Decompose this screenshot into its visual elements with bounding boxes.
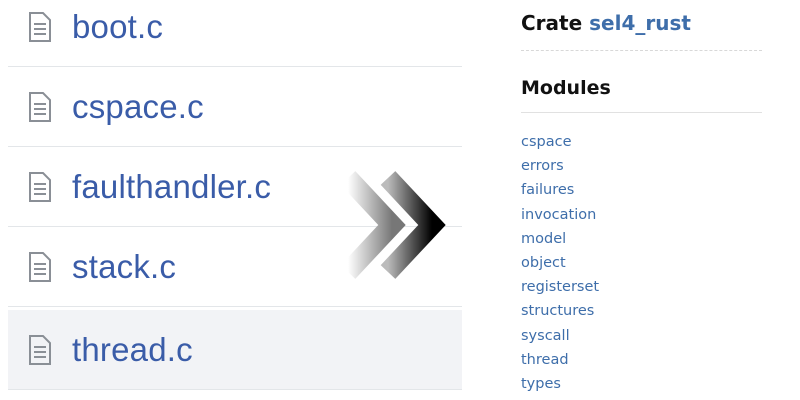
module-link-types[interactable]: types	[521, 373, 599, 397]
double-chevron-right-icon	[340, 171, 446, 279]
file-name[interactable]: faulthandler.c	[72, 168, 271, 206]
file-text-icon	[29, 91, 51, 122]
file-row-cspace[interactable]: cspace.c	[8, 67, 462, 147]
file-row-thread[interactable]: thread.c	[8, 310, 462, 390]
file-name[interactable]: stack.c	[72, 248, 176, 286]
module-link-thread[interactable]: thread	[521, 349, 599, 373]
crate-name-link[interactable]: sel4_rust	[589, 11, 691, 35]
module-link-failures[interactable]: failures	[521, 179, 599, 203]
file-text-icon	[29, 171, 51, 202]
file-text-icon	[29, 251, 51, 282]
module-list: cspace errors failures invocation model …	[521, 131, 599, 397]
file-row-boot[interactable]: boot.c	[8, 0, 462, 67]
module-link-object[interactable]: object	[521, 252, 599, 276]
file-name[interactable]: boot.c	[72, 8, 163, 46]
module-link-errors[interactable]: errors	[521, 155, 599, 179]
divider	[521, 112, 762, 113]
module-link-cspace[interactable]: cspace	[521, 131, 599, 155]
crate-label: Crate	[521, 11, 583, 35]
crate-title: Crate sel4_rust	[521, 11, 691, 35]
file-name[interactable]: thread.c	[72, 331, 193, 369]
module-link-invocation[interactable]: invocation	[521, 204, 599, 228]
module-link-model[interactable]: model	[521, 228, 599, 252]
crate-sidebar: Crate sel4_rust Modules cspace errors fa…	[462, 0, 800, 400]
module-link-structures[interactable]: structures	[521, 300, 599, 324]
modules-heading: Modules	[521, 77, 611, 99]
module-link-syscall[interactable]: syscall	[521, 325, 599, 349]
file-name[interactable]: cspace.c	[72, 88, 204, 126]
divider	[521, 50, 762, 51]
file-text-icon	[29, 11, 51, 42]
module-link-registerset[interactable]: registerset	[521, 276, 599, 300]
file-text-icon	[29, 334, 51, 365]
